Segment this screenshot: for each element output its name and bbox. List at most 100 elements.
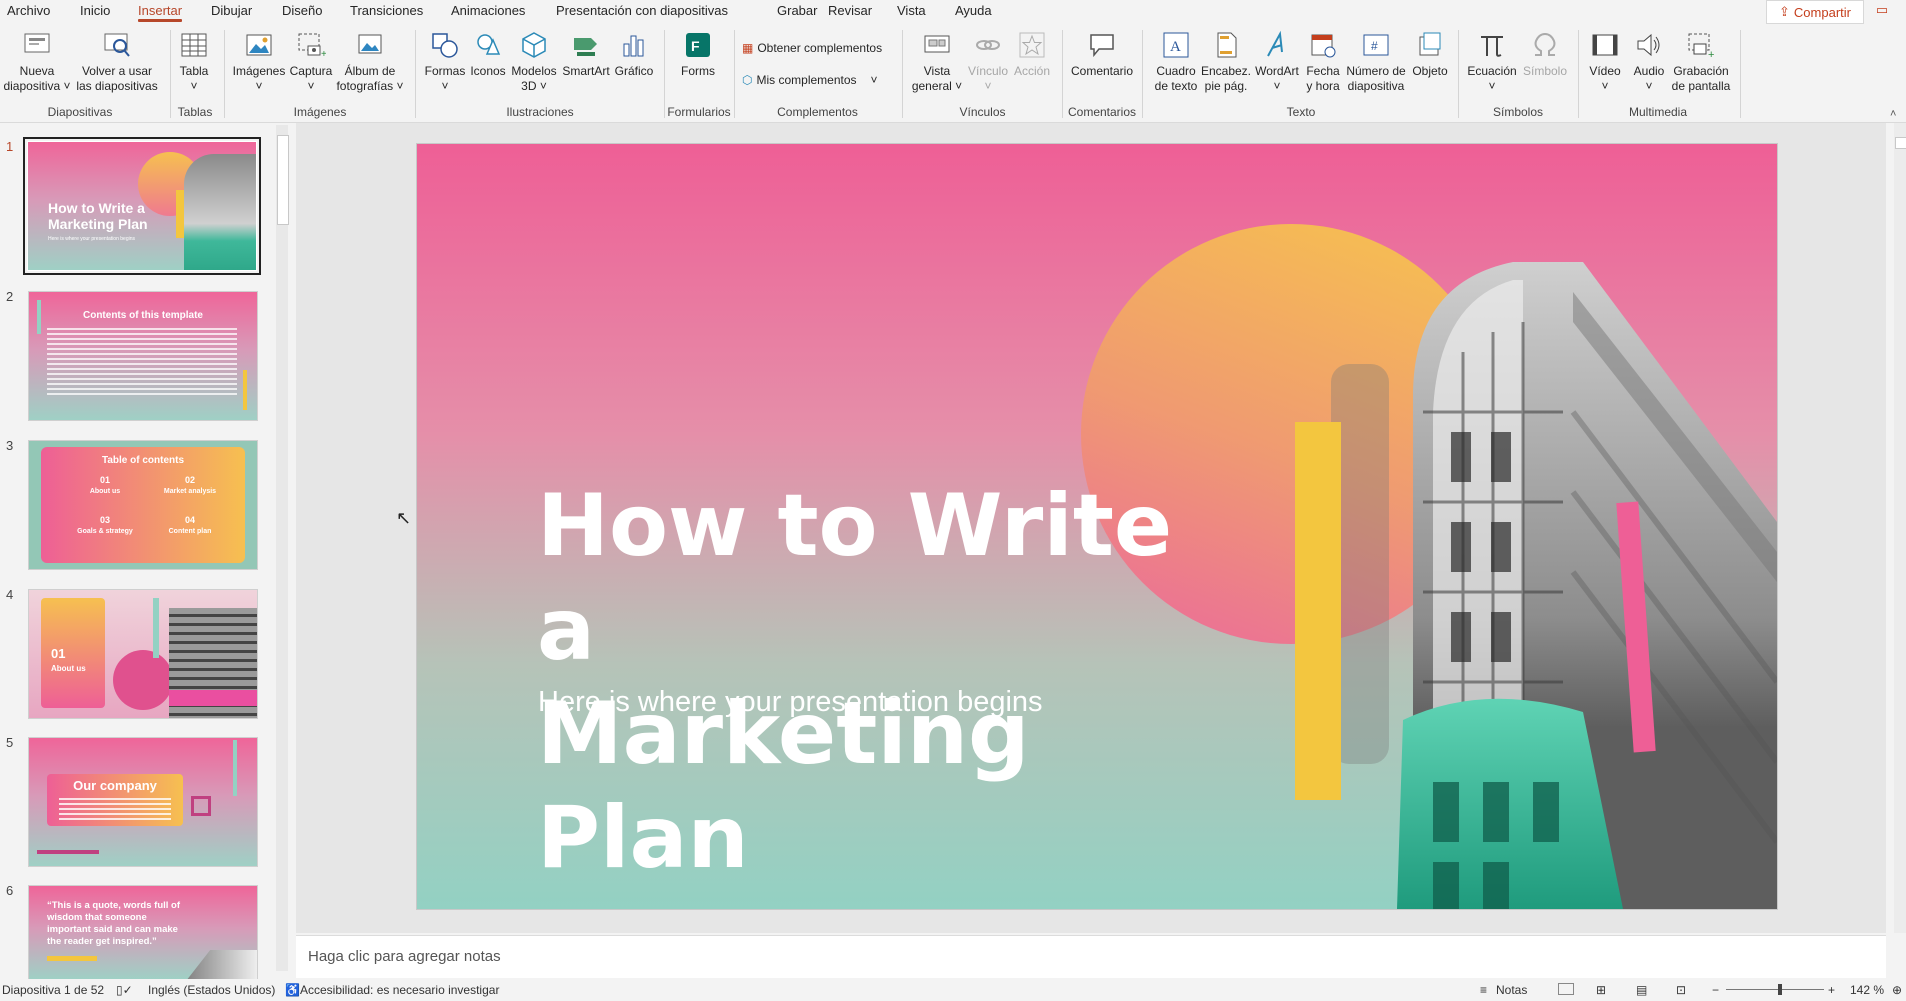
images-button[interactable]: Imágenes ˅ — [230, 30, 288, 94]
wordart-button[interactable]: WordArt ˅ — [1252, 30, 1302, 94]
notes-toggle-icon: ≡ — [1480, 983, 1488, 997]
equation-label: Ecuación — [1467, 64, 1517, 78]
thumbnail-slide-6[interactable]: “This is a quote, words full of wisdom t… — [28, 885, 258, 979]
link-button[interactable]: Vínculo ˅ — [966, 30, 1010, 94]
zoom-slider-thumb[interactable] — [1777, 984, 1782, 995]
thumbnail-slide-2[interactable]: Contents of this template — [28, 291, 258, 421]
thumbnail-slide-1[interactable]: How to Write a Marketing Plan Here is whe… — [23, 137, 261, 275]
symbol-button[interactable]: Símbolo — [1520, 30, 1570, 79]
slideshow-icon[interactable]: ⊡ — [1676, 983, 1686, 997]
3d-models-button[interactable]: Modelos 3D ˅ — [508, 30, 560, 94]
picture-icon — [246, 34, 272, 56]
slide-canvas[interactable]: How to Write a Marketing Plan Here is wh… — [416, 143, 1778, 910]
new-slide-button[interactable]: Nueva diapositiva ˅ — [2, 30, 72, 94]
share-button[interactable]: ⇪ Compartir — [1766, 0, 1864, 24]
audio-button[interactable]: Audio ˅ — [1628, 30, 1670, 94]
screenshot-button[interactable]: + Captura ˅ — [287, 30, 335, 94]
reading-view-icon[interactable]: ▤ — [1636, 983, 1647, 997]
tab-animaciones[interactable]: Animaciones — [451, 3, 525, 18]
tab-archivo[interactable]: Archivo — [7, 3, 50, 18]
forms-button[interactable]: F Forms — [672, 30, 724, 79]
group-ilustraciones-label: Ilustraciones — [506, 105, 574, 119]
icons-label: Iconos — [470, 64, 506, 78]
action-button[interactable]: Acción — [1010, 30, 1054, 79]
smartart-icon — [574, 38, 597, 56]
shapes-button[interactable]: Formas ˅ — [422, 30, 468, 94]
quote-text: “This is a quote, words full of wisdom t… — [47, 900, 181, 947]
tab-vista[interactable]: Vista — [897, 3, 926, 18]
screen-recording-button[interactable]: + Grabación de pantalla — [1670, 30, 1732, 94]
comments-icon[interactable]: ▭ — [1872, 2, 1892, 20]
slide-title-line-1: How to Write a — [537, 476, 1173, 680]
slide-sorter-icon[interactable]: ⊞ — [1596, 983, 1606, 997]
reuse-slides-button[interactable]: Volver a usar las diapositivas — [76, 30, 158, 94]
header-footer-button[interactable]: Encabez. pie pág. — [1200, 30, 1252, 94]
thumbnail-scrollbar[interactable] — [276, 125, 288, 971]
tab-transiciones[interactable]: Transiciones — [350, 3, 423, 18]
status-bar: Diapositiva 1 de 52 ▯✓ Inglés (Estados U… — [0, 979, 1906, 1001]
zoom-level[interactable]: 142 % — [1850, 983, 1884, 997]
reuse-slides-icon — [104, 33, 130, 57]
tab-diseno[interactable]: Diseño — [282, 3, 322, 18]
toc-item-2: 02 Market analysis — [155, 475, 225, 495]
my-addins-button[interactable]: ⬡ Mis complementos ˅ — [742, 73, 878, 87]
zoom-in-icon[interactable]: + — [1828, 983, 1835, 997]
accessibility-status[interactable]: Accesibilidad: es necesario investigar — [300, 983, 499, 997]
chart-label: Gráfico — [614, 64, 654, 78]
notes-toggle[interactable]: Notas — [1496, 983, 1527, 997]
slide-count: Diapositiva 1 de 52 — [2, 983, 105, 997]
slide-number-button[interactable]: # Número de diapositiva — [1344, 30, 1408, 94]
normal-view-icon[interactable] — [1558, 983, 1574, 995]
editor-scrollbar[interactable] — [1894, 123, 1906, 933]
zoom-out-icon[interactable]: − — [1712, 983, 1719, 997]
tab-revisar[interactable]: Revisar — [828, 3, 872, 18]
group-simbolos-label: Símbolos — [1492, 105, 1544, 119]
tab-inicio[interactable]: Inicio — [80, 3, 110, 18]
pink-circle — [113, 650, 173, 710]
date-label-2: y hora — [1306, 79, 1340, 93]
tab-insertar[interactable]: Insertar — [138, 3, 183, 22]
video-button[interactable]: Vídeo ˅ — [1584, 30, 1626, 94]
tab-ayuda[interactable]: Ayuda — [955, 3, 992, 18]
pi-icon — [1481, 36, 1503, 57]
icons-button[interactable]: Iconos — [468, 30, 508, 79]
spellcheck-icon[interactable]: ▯✓ — [116, 983, 133, 997]
toc-number: 02 — [184, 475, 195, 485]
editor-scroll-thumb[interactable] — [1895, 137, 1906, 149]
table-icon — [181, 33, 207, 57]
slide-subtitle[interactable]: Here is where your presentation begins — [538, 686, 1043, 719]
header-footer-label-1: Encabez. — [1200, 64, 1252, 78]
thumbnail-slide-5[interactable]: Our company — [28, 737, 258, 867]
object-button[interactable]: Objeto — [1408, 30, 1452, 79]
building-image — [179, 950, 257, 979]
tab-presentacion[interactable]: Presentación con diapositivas — [556, 3, 728, 18]
video-label: Vídeo — [1589, 64, 1621, 78]
chart-button[interactable]: Gráfico — [612, 30, 656, 79]
photo-album-button[interactable]: Álbum de fotografías ˅ — [333, 30, 407, 94]
textbox-button[interactable]: A Cuadro de texto — [1150, 30, 1202, 94]
smartart-button[interactable]: SmartArt — [560, 30, 612, 79]
thumbnail-slide-4[interactable]: 01 About us — [28, 589, 258, 719]
video-icon — [1592, 34, 1618, 56]
collapse-ribbon-icon[interactable]: ˄ — [1890, 108, 1896, 120]
comment-button[interactable]: Comentario — [1068, 30, 1136, 79]
notes-pane[interactable]: Haga clic para agregar notas — [296, 935, 1886, 978]
thumbnail-slide-3[interactable]: Table of contents 01 About us 02 Market an… — [28, 440, 258, 570]
pink-line — [37, 850, 99, 854]
slide-title[interactable]: How to Write a Marketing Plan — [537, 474, 1257, 890]
smartart-label: SmartArt — [562, 64, 610, 78]
equation-button[interactable]: Ecuación ˅ — [1466, 30, 1518, 94]
zoom-summary-button[interactable]: Vista general ˅ — [908, 30, 966, 94]
tab-grabar[interactable]: Grabar — [777, 3, 817, 18]
thumbnail-scroll-thumb[interactable] — [277, 135, 289, 225]
get-addins-label: Obtener complementos — [757, 41, 883, 55]
tab-dibujar[interactable]: Dibujar — [211, 3, 252, 18]
fit-slide-icon[interactable]: ⊕ — [1892, 983, 1902, 997]
language-status[interactable]: Inglés (Estados Unidos) — [148, 983, 275, 997]
yellow-bar — [176, 190, 184, 238]
get-addins-button[interactable]: ▦ Obtener complementos — [742, 41, 882, 55]
zoom-slider[interactable] — [1726, 989, 1824, 990]
table-label: Tabla — [179, 64, 209, 78]
date-time-button[interactable]: Fecha y hora — [1302, 30, 1344, 94]
table-button[interactable]: Tabla ˅ — [175, 30, 213, 94]
